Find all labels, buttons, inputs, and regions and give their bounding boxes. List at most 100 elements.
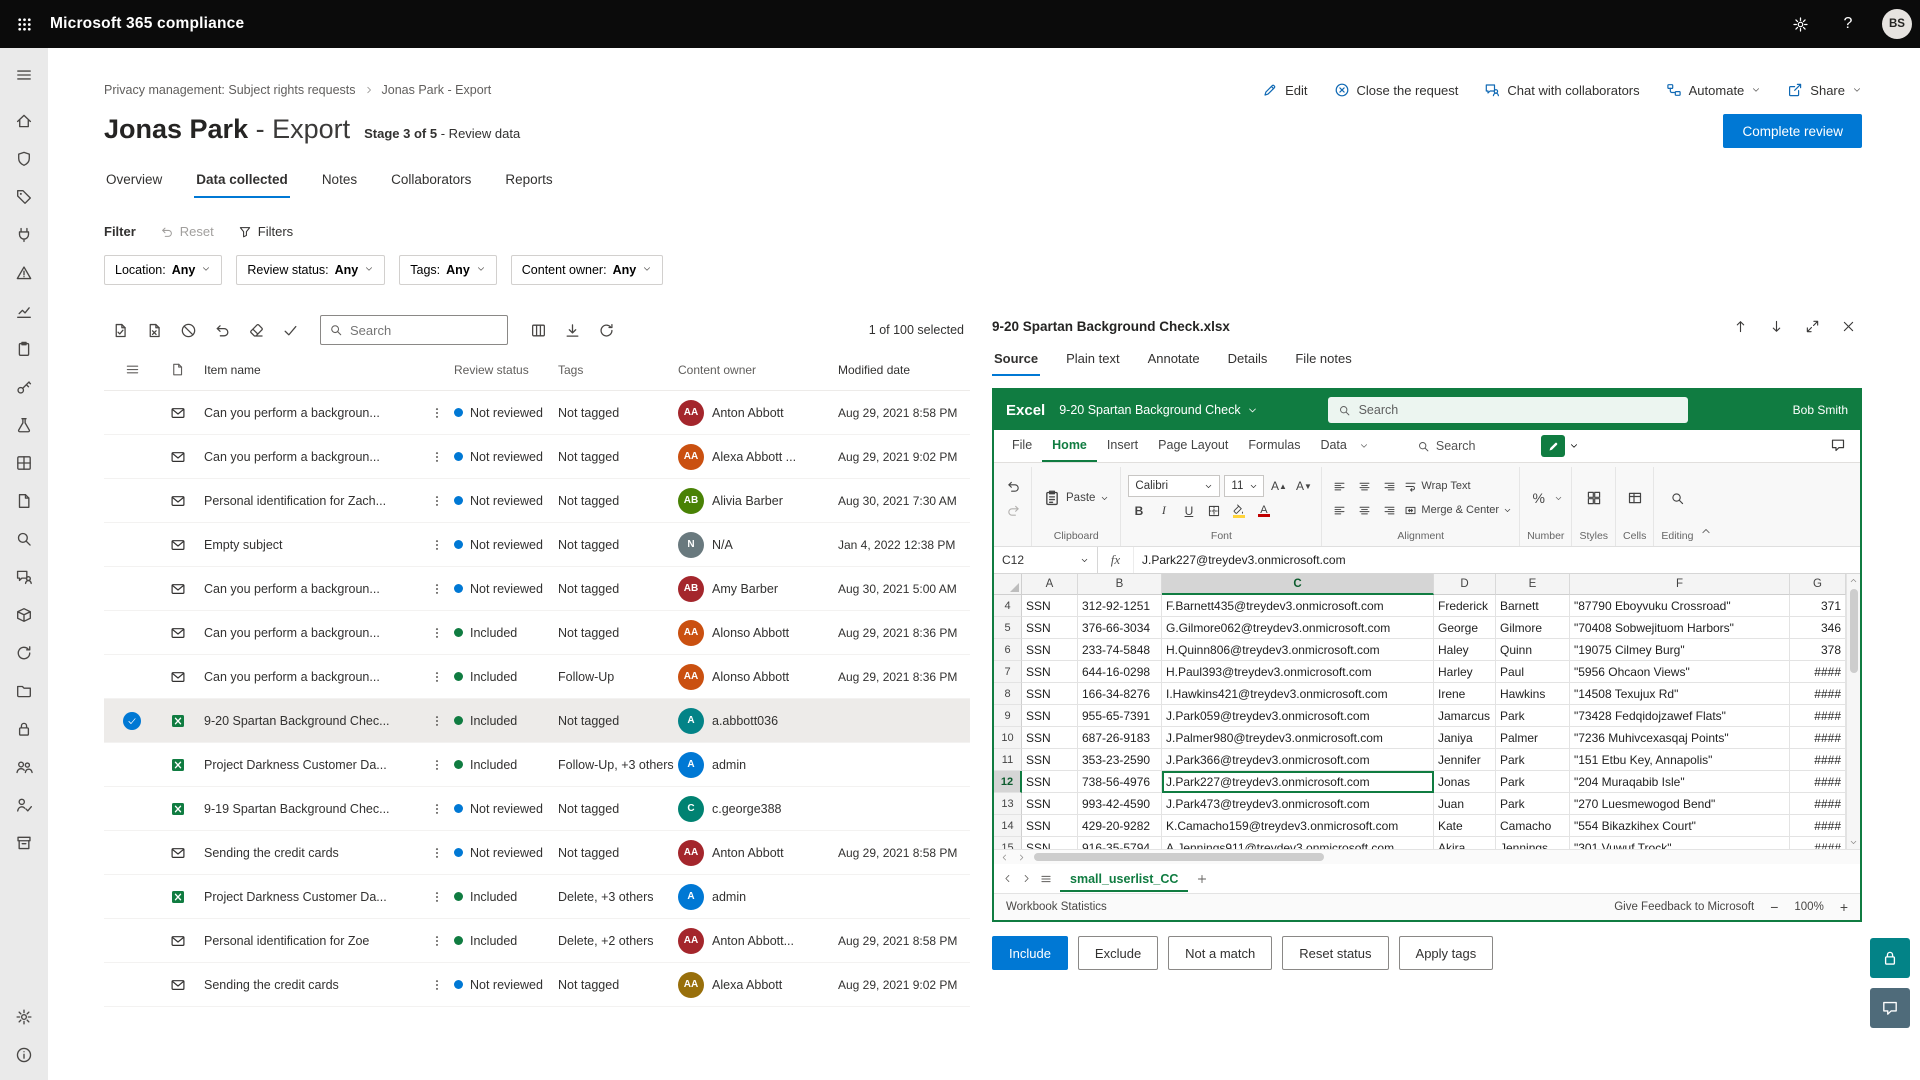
sidebar-item-alerts[interactable]	[0, 254, 48, 292]
cell-D9[interactable]: Jamarcus	[1434, 705, 1496, 727]
name-box[interactable]: C12	[994, 547, 1098, 573]
item-name[interactable]: Can you perform a backgroun...	[204, 450, 420, 464]
breadcrumb-item[interactable]: Privacy management: Subject rights reque…	[104, 83, 356, 97]
cell-A10[interactable]: SSN	[1022, 727, 1078, 749]
table-row[interactable]: Can you perform a backgroun...Not review…	[104, 567, 970, 611]
reset-status-button[interactable]: Reset status	[1282, 936, 1388, 970]
font-size-select[interactable]: 11	[1224, 475, 1264, 497]
cell-F10[interactable]: "7236 Muhivcexasqaj Points"	[1570, 727, 1790, 749]
font-color-button[interactable]: A	[1253, 500, 1274, 521]
increase-font-button[interactable]: A▲	[1268, 476, 1289, 497]
cell-B5[interactable]: 376-66-3034	[1078, 617, 1162, 639]
ribbon-tab-data[interactable]: Data	[1310, 430, 1356, 462]
cell-C14[interactable]: K.Camacho159@treydev3.onmicrosoft.com	[1162, 815, 1434, 837]
align-bottom-button[interactable]	[1379, 476, 1400, 497]
breadcrumb-item[interactable]: Jonas Park - Export	[382, 83, 492, 97]
sidebar-item-permissions[interactable]	[0, 368, 48, 406]
row-header-14[interactable]: 14	[994, 815, 1022, 837]
cell-A9[interactable]: SSN	[1022, 705, 1078, 727]
cell-C13[interactable]: J.Park473@treydev3.onmicrosoft.com	[1162, 793, 1434, 815]
table-row[interactable]: Project Darkness Customer Da...IncludedD…	[104, 875, 970, 919]
cell-E14[interactable]: Camacho	[1496, 815, 1570, 837]
col-content-owner[interactable]: Content owner	[678, 363, 838, 377]
cell-B9[interactable]: 955-65-7391	[1078, 705, 1162, 727]
sidebar-item-data-classification[interactable]	[0, 178, 48, 216]
table-row[interactable]: Empty subjectNot reviewedNot taggedNN/AJ…	[104, 523, 970, 567]
column-header-B[interactable]: B	[1078, 574, 1162, 595]
cell-A5[interactable]: SSN	[1022, 617, 1078, 639]
preview-tab-source[interactable]: Source	[992, 345, 1040, 376]
ribbon-search-button[interactable]: Search	[1417, 439, 1476, 453]
more-options-button[interactable]	[420, 934, 454, 948]
cell-C7[interactable]: H.Paul393@treydev3.onmicrosoft.com	[1162, 661, 1434, 683]
cell-E6[interactable]: Quinn	[1496, 639, 1570, 661]
more-options-button[interactable]	[420, 802, 454, 816]
cell-D4[interactable]: Frederick	[1434, 595, 1496, 617]
item-name[interactable]: Can you perform a backgroun...	[204, 406, 420, 420]
align-top-button[interactable]	[1329, 476, 1350, 497]
more-options-button[interactable]	[420, 670, 454, 684]
cell-C8[interactable]: I.Hawkins421@treydev3.onmicrosoft.com	[1162, 683, 1434, 705]
editing-button[interactable]	[1667, 488, 1688, 509]
expand-preview-button[interactable]	[1798, 312, 1826, 340]
sidebar-item-communication-compliance[interactable]	[0, 558, 48, 596]
filter-location-dropdown[interactable]: Location:Any	[104, 255, 222, 285]
sidebar-item-privacy-management[interactable]	[0, 786, 48, 824]
cell-F6[interactable]: "19075 Cilmey Burg"	[1570, 639, 1790, 661]
settings-button[interactable]	[1776, 0, 1824, 48]
cell-E5[interactable]: Gilmore	[1496, 617, 1570, 639]
sidebar-item-home[interactable]	[0, 102, 48, 140]
preview-tab-annotate[interactable]: Annotate	[1146, 345, 1202, 376]
cell-D7[interactable]: Harley	[1434, 661, 1496, 683]
cell-G13[interactable]: ####	[1790, 793, 1846, 815]
ribbon-tab-home[interactable]: Home	[1042, 430, 1097, 462]
cell-E11[interactable]: Park	[1496, 749, 1570, 771]
font-name-select[interactable]: Calibri	[1128, 475, 1220, 497]
table-row[interactable]: Sending the credit cardsNot reviewedNot …	[104, 963, 970, 1007]
filter-content-owner-dropdown[interactable]: Content owner:Any	[511, 255, 663, 285]
zoom-level[interactable]: 100%	[1794, 901, 1823, 913]
cell-B10[interactable]: 687-26-9183	[1078, 727, 1162, 749]
col-tags[interactable]: Tags	[558, 363, 678, 377]
preview-tab-plain-text[interactable]: Plain text	[1064, 345, 1121, 376]
apply-tags-button[interactable]: Apply tags	[1399, 936, 1494, 970]
tab-collaborators[interactable]: Collaborators	[389, 166, 473, 198]
cell-G6[interactable]: 378	[1790, 639, 1846, 661]
apply-tags-button[interactable]	[240, 314, 272, 346]
cell-E12[interactable]: Park	[1496, 771, 1570, 793]
sidebar-item-records-management[interactable]	[0, 824, 48, 862]
table-row[interactable]: Project Darkness Customer Da...IncludedF…	[104, 743, 970, 787]
cell-C11[interactable]: J.Park366@treydev3.onmicrosoft.com	[1162, 749, 1434, 771]
table-row[interactable]: Can you perform a backgroun...Not review…	[104, 435, 970, 479]
cell-C6[interactable]: H.Quinn806@treydev3.onmicrosoft.com	[1162, 639, 1434, 661]
workbook-statistics[interactable]: Workbook Statistics	[1006, 901, 1107, 913]
sidebar-item-content-search[interactable]	[0, 520, 48, 558]
row-header-7[interactable]: 7	[994, 661, 1022, 683]
item-name[interactable]: Can you perform a backgroun...	[204, 582, 420, 596]
cell-B4[interactable]: 312-92-1251	[1078, 595, 1162, 617]
sidebar-item-trials[interactable]	[0, 406, 48, 444]
cell-G8[interactable]: ####	[1790, 683, 1846, 705]
ribbon-tab-insert[interactable]: Insert	[1097, 430, 1148, 462]
cell-D15[interactable]: Akira	[1434, 837, 1496, 849]
excel-search-input[interactable]: Search	[1328, 397, 1688, 423]
filter-review-status-dropdown[interactable]: Review status:Any	[236, 255, 385, 285]
cell-E7[interactable]: Paul	[1496, 661, 1570, 683]
redo-button[interactable]	[1003, 500, 1024, 521]
sidebar-item-information-protection[interactable]	[0, 710, 48, 748]
item-name[interactable]: Personal identification for Zoe	[204, 934, 420, 948]
align-middle-button[interactable]	[1354, 476, 1375, 497]
cell-C4[interactable]: F.Barnett435@treydev3.onmicrosoft.com	[1162, 595, 1434, 617]
cells-button[interactable]	[1624, 488, 1645, 509]
tab-reports[interactable]: Reports	[503, 166, 554, 198]
not-a-match-button[interactable]	[172, 314, 204, 346]
cell-C15[interactable]: A.Jennings911@treydev3.onmicrosoft.com	[1162, 837, 1434, 849]
cell-F15[interactable]: "301 Vuwuf Trock"	[1570, 837, 1790, 849]
ribbon-tab-file[interactable]: File	[1002, 430, 1042, 462]
exclude-items-button[interactable]	[138, 314, 170, 346]
cell-C10[interactable]: J.Palmer980@treydev3.onmicrosoft.com	[1162, 727, 1434, 749]
item-name[interactable]: 9-19 Spartan Background Chec...	[204, 802, 420, 816]
chat-collaborators-button[interactable]: Chat with collaborators	[1484, 82, 1639, 98]
cell-C5[interactable]: G.Gilmore062@treydev3.onmicrosoft.com	[1162, 617, 1434, 639]
cell-F11[interactable]: "151 Etbu Key, Annapolis"	[1570, 749, 1790, 771]
